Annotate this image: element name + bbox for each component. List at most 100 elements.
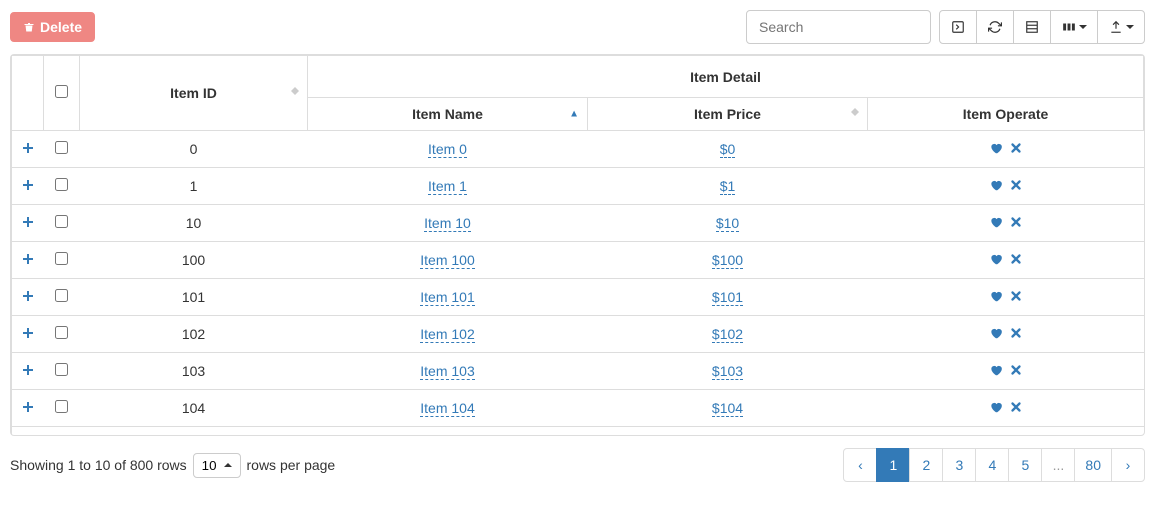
remove-icon[interactable] [1009,215,1023,229]
pagination-toggle-button[interactable] [939,10,977,44]
row-checkbox[interactable] [55,252,68,265]
select-all-checkbox[interactable] [55,85,68,98]
data-table: Item ID Item Detail Item Name Item Price… [10,54,1145,436]
plus-icon [22,142,34,154]
cell-item-id: 103 [80,353,308,390]
cell-item-price-link[interactable]: $100 [712,252,743,269]
cell-item-id: 101 [80,279,308,316]
list-icon [1025,20,1039,34]
cell-item-id: 105 [80,427,308,436]
table-row: 103 Item 103 $103 [12,353,1144,390]
cell-item-name-link[interactable]: Item 103 [420,363,474,380]
caret-down-icon [1079,25,1087,29]
cell-item-id: 100 [80,242,308,279]
cell-item-name-link[interactable]: Item 102 [420,326,474,343]
search-input[interactable] [746,10,931,44]
expand-row-button[interactable] [22,178,34,194]
remove-icon[interactable] [1009,252,1023,266]
cell-item-price-link[interactable]: $1 [720,178,736,195]
export-icon [1109,20,1123,34]
expand-row-button[interactable] [22,141,34,157]
refresh-button[interactable] [976,10,1014,44]
remove-icon[interactable] [1009,289,1023,303]
remove-icon[interactable] [1009,178,1023,192]
heart-icon[interactable] [989,326,1003,340]
page-number[interactable]: 2 [909,448,943,482]
cell-item-price-link[interactable]: $102 [712,326,743,343]
page-number[interactable]: 4 [975,448,1009,482]
delete-label: Delete [40,19,82,35]
row-checkbox[interactable] [55,141,68,154]
row-checkbox[interactable] [55,326,68,339]
cell-item-price-link[interactable]: $104 [712,400,743,417]
row-checkbox[interactable] [55,289,68,302]
pagination-info: Showing 1 to 10 of 800 rows [10,457,187,473]
column-item-id[interactable]: Item ID [80,56,308,131]
page-number[interactable]: 3 [942,448,976,482]
cell-item-id: 10 [80,205,308,242]
page-number[interactable]: 5 [1008,448,1042,482]
trash-icon [23,21,35,33]
expand-row-button[interactable] [22,363,34,379]
cell-item-price-link[interactable]: $0 [720,141,736,158]
table-row: 101 Item 101 $101 [12,279,1144,316]
row-checkbox[interactable] [55,215,68,228]
columns-button[interactable] [1050,10,1098,44]
cell-item-name-link[interactable]: Item 100 [420,252,474,269]
page-number[interactable]: 1 [876,448,910,482]
row-checkbox[interactable] [55,400,68,413]
table-row: 100 Item 100 $100 [12,242,1144,279]
page-next[interactable]: › [1111,448,1145,482]
expand-row-button[interactable] [22,252,34,268]
expand-row-button[interactable] [22,400,34,416]
cell-item-id: 104 [80,390,308,427]
expand-row-button[interactable] [22,289,34,305]
plus-icon [22,290,34,302]
plus-icon [22,327,34,339]
delete-button[interactable]: Delete [10,12,95,42]
cell-item-name-link[interactable]: Item 1 [428,178,467,195]
column-item-price[interactable]: Item Price [588,98,868,131]
cell-item-id: 102 [80,316,308,353]
expand-row-button[interactable] [22,326,34,342]
plus-icon [22,179,34,191]
plus-icon [22,216,34,228]
cell-item-price-link[interactable]: $10 [716,215,739,232]
page-prev[interactable]: ‹ [843,448,877,482]
caret-down-icon [1126,25,1134,29]
column-item-name[interactable]: Item Name [308,98,588,131]
remove-icon[interactable] [1009,141,1023,155]
page-ellipsis: ... [1041,448,1075,482]
page-size-selector[interactable]: 10 [193,453,241,478]
table-row: 104 Item 104 $104 [12,390,1144,427]
heart-icon[interactable] [989,215,1003,229]
cell-item-price-link[interactable]: $101 [712,289,743,306]
export-button[interactable] [1097,10,1145,44]
toggle-view-button[interactable] [1013,10,1051,44]
table-row: 105Item 105$105 [12,427,1144,436]
cell-item-name-link[interactable]: Item 101 [420,289,474,306]
cell-item-name-link[interactable]: Item 104 [420,400,474,417]
remove-icon[interactable] [1009,400,1023,414]
heart-icon[interactable] [989,141,1003,155]
row-checkbox[interactable] [55,363,68,376]
remove-icon[interactable] [1009,326,1023,340]
table-row: 0 Item 0 $0 [12,131,1144,168]
rows-per-page-label: rows per page [247,457,336,473]
heart-icon[interactable] [989,363,1003,377]
row-checkbox[interactable] [55,178,68,191]
heart-icon[interactable] [989,400,1003,414]
cell-item-name-link[interactable]: Item 10 [424,215,471,232]
columns-icon [1062,20,1076,34]
pagination-icon [951,20,965,34]
cell-item-price-link[interactable]: $103 [712,363,743,380]
heart-icon[interactable] [989,252,1003,266]
cell-item-name-link[interactable]: Item 0 [428,141,467,158]
remove-icon[interactable] [1009,363,1023,377]
cell-item-id: 1 [80,168,308,205]
cell-item-id: 0 [80,131,308,168]
heart-icon[interactable] [989,178,1003,192]
expand-row-button[interactable] [22,215,34,231]
heart-icon[interactable] [989,289,1003,303]
page-number[interactable]: 80 [1074,448,1112,482]
